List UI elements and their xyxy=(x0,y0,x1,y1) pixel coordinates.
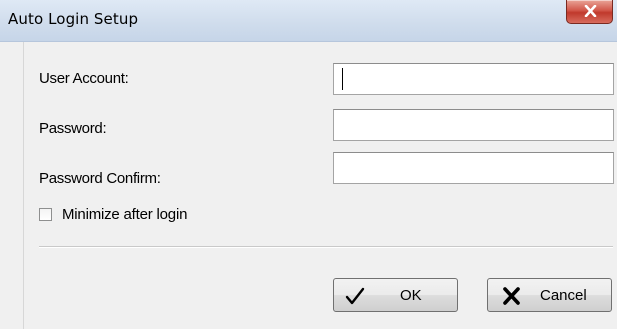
x-icon xyxy=(503,287,520,305)
text-caret xyxy=(342,68,343,90)
ok-button-label: OK xyxy=(400,287,422,304)
password-input[interactable] xyxy=(333,109,614,141)
cancel-button[interactable]: Cancel xyxy=(487,278,612,312)
close-icon xyxy=(584,5,597,17)
title-bar[interactable]: Auto Login Setup xyxy=(0,0,617,42)
cancel-button-label: Cancel xyxy=(540,287,587,304)
minimize-after-login-label: Minimize after login xyxy=(62,205,188,223)
checkmark-icon xyxy=(345,287,365,305)
password-confirm-input[interactable] xyxy=(333,152,614,184)
password-label: Password: xyxy=(39,120,107,137)
close-button[interactable] xyxy=(566,0,613,24)
ok-button[interactable]: OK xyxy=(333,278,458,312)
window-title: Auto Login Setup xyxy=(8,10,139,28)
minimize-after-login-checkbox[interactable] xyxy=(39,207,52,221)
user-account-input[interactable] xyxy=(333,63,614,95)
minimize-after-login-row[interactable]: Minimize after login xyxy=(39,204,187,224)
auto-login-setup-dialog: Auto Login Setup User Account: Password:… xyxy=(0,0,617,329)
user-account-label: User Account: xyxy=(39,70,129,87)
password-confirm-label: Password Confirm: xyxy=(39,170,161,187)
divider xyxy=(39,246,613,248)
